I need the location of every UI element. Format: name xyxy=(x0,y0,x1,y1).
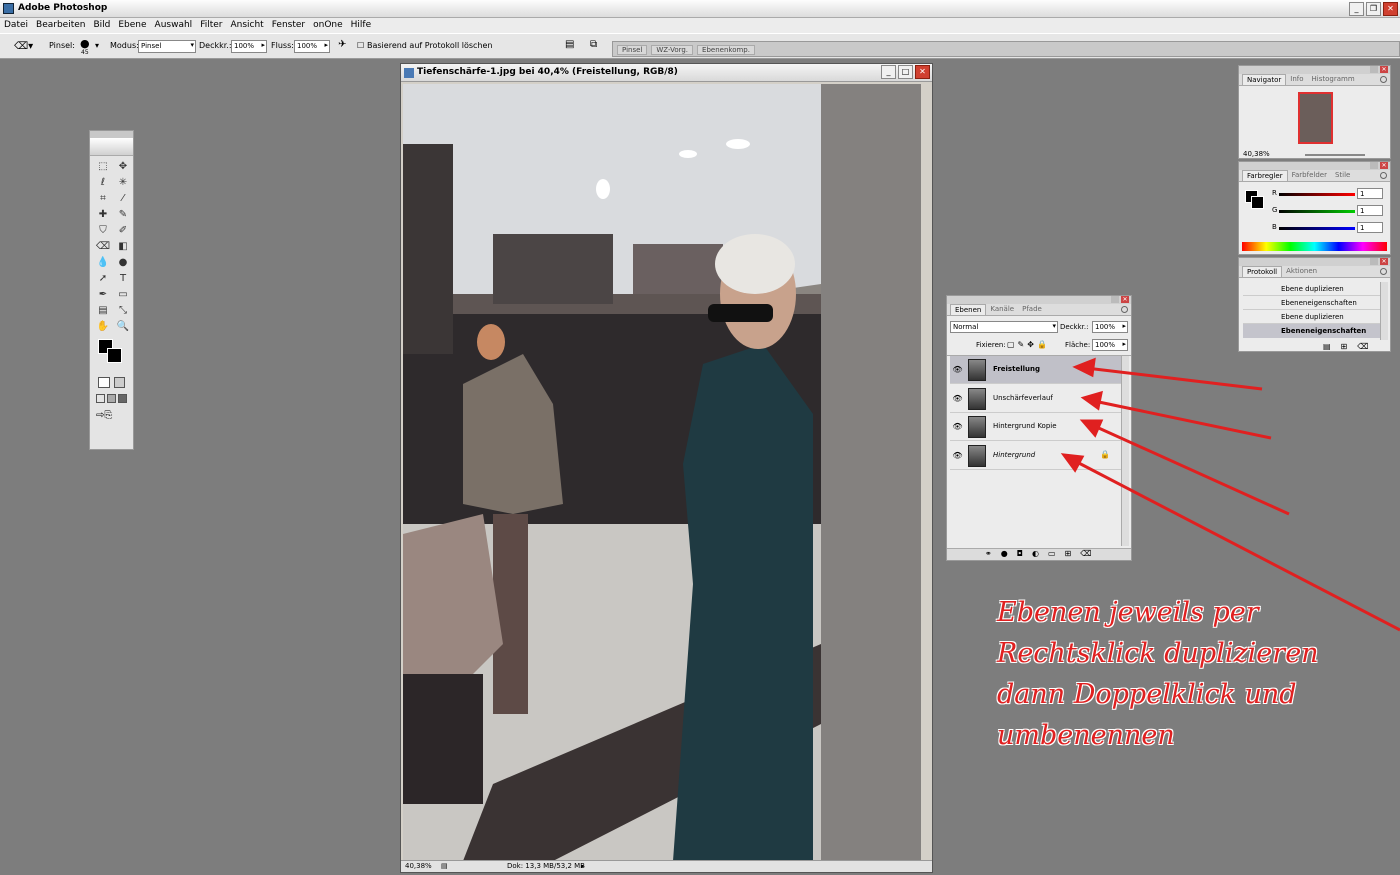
arrow-head xyxy=(1060,453,1085,473)
arrow-freistellung xyxy=(1085,366,1263,391)
arrow-hintergrund-kopie xyxy=(1091,423,1290,516)
annotation-line: Ebenen jeweils per xyxy=(997,597,1259,628)
arrow-head xyxy=(1079,419,1104,438)
annotation-line: Rechtsklick duplizieren xyxy=(997,638,1319,669)
annotation-text: Ebenen jeweils per Rechtsklick duplizier… xyxy=(997,592,1357,756)
arrow-head xyxy=(1080,390,1103,411)
annotation-line: umbenennen xyxy=(997,720,1175,751)
annotation-line: dann Doppelklick und xyxy=(997,679,1297,710)
arrow-head xyxy=(1072,357,1096,378)
arrow-unschaerfeverlauf xyxy=(1093,399,1272,440)
